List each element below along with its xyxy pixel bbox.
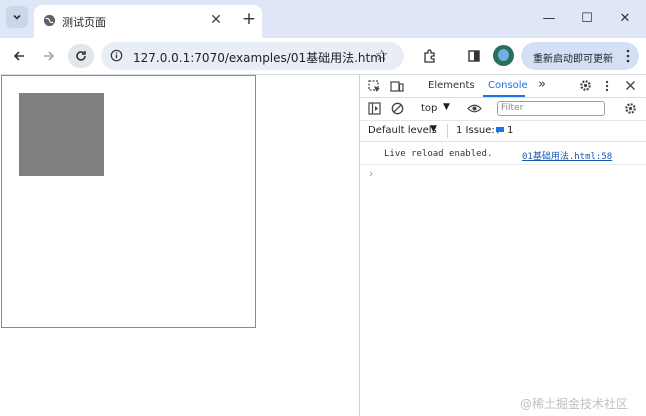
sidebar-toggle-icon[interactable] (368, 102, 381, 115)
back-button[interactable] (6, 44, 32, 68)
console-toolbar: top ▼ (360, 98, 646, 121)
tab-search-button[interactable] (6, 6, 28, 28)
inspect-element-icon[interactable] (368, 80, 381, 93)
extensions-icon (423, 48, 435, 63)
tab-elements[interactable]: Elements (428, 80, 475, 91)
console-settings-icon[interactable] (624, 102, 637, 115)
browser-tab[interactable]: 测试页面 ✕ (34, 5, 262, 38)
context-selector[interactable]: top (421, 103, 437, 114)
issues-count[interactable]: 1 (507, 125, 513, 136)
log-message: Live reload enabled. (384, 149, 493, 159)
more-tabs-icon[interactable]: » (538, 77, 546, 92)
extensions-button[interactable] (416, 44, 442, 68)
watermark: @稀土掘金技术社区 (520, 397, 629, 411)
restart-to-update-button[interactable]: 重新启动即可更新 (521, 42, 639, 70)
reload-icon (76, 51, 86, 61)
restart-label: 重新启动即可更新 (533, 54, 613, 65)
url-text: 127.0.0.1:7070/examples/01基础用法.html (133, 51, 386, 65)
settings-gear-icon[interactable] (579, 79, 592, 92)
devtools-menu-icon[interactable] (605, 80, 609, 92)
console-toolbar-secondary: Default levels ▼ 1 Issue: 1 (360, 121, 646, 142)
globe-icon (43, 14, 56, 27)
site-info-icon[interactable] (110, 49, 123, 62)
maximize-button[interactable]: ☐ (574, 8, 600, 28)
divider (447, 124, 448, 138)
forward-arrow-icon (44, 51, 55, 61)
tab-console[interactable]: Console (488, 80, 528, 91)
devtools-panel: Elements Console » top ▼ Filter Default … (359, 75, 646, 416)
forward-button[interactable] (36, 44, 62, 68)
page-viewport (0, 75, 359, 416)
new-tab-button[interactable]: + (240, 9, 258, 29)
tab-title: 测试页面 (62, 16, 106, 29)
tab-close-icon[interactable]: ✕ (208, 12, 224, 28)
devtools-tab-bar: Elements Console » (360, 75, 646, 98)
device-toolbar-icon[interactable] (390, 80, 404, 93)
more-vert-icon[interactable] (625, 49, 631, 63)
side-panel-button[interactable] (461, 44, 487, 68)
console-log-row: Live reload enabled. 01基础用法.html:58 (360, 142, 646, 165)
profile-avatar-icon[interactable] (493, 45, 514, 66)
star-icon[interactable]: ☆ (375, 46, 388, 64)
chevron-down-icon[interactable]: ▼ (430, 124, 437, 134)
log-source-link[interactable]: 01基础用法.html:58 (522, 149, 612, 162)
close-window-button[interactable]: ✕ (612, 8, 638, 28)
log-levels-dropdown[interactable]: Default levels (368, 125, 437, 136)
minimize-button[interactable]: — (536, 8, 562, 28)
back-arrow-icon (13, 51, 24, 61)
console-prompt-icon[interactable]: › (369, 167, 373, 180)
reload-button[interactable] (68, 44, 94, 68)
eye-icon[interactable] (467, 103, 482, 114)
filter-box[interactable] (497, 101, 605, 116)
issue-message-icon (496, 127, 504, 134)
side-panel-icon (468, 50, 480, 62)
chevron-down-icon (13, 14, 21, 20)
demo-container (1, 75, 256, 328)
chevron-down-icon[interactable]: ▼ (443, 102, 450, 112)
filter-input[interactable] (501, 103, 601, 113)
address-bar[interactable]: 127.0.0.1:7070/examples/01基础用法.html ☆ (101, 42, 404, 70)
close-devtools-icon[interactable] (625, 80, 636, 91)
demo-square[interactable] (19, 93, 104, 176)
browser-toolbar: 127.0.0.1:7070/examples/01基础用法.html ☆ 重新… (0, 38, 646, 75)
title-bar: 测试页面 ✕ + — ☐ ✕ (0, 0, 646, 38)
active-tab-indicator (483, 95, 525, 97)
clear-console-icon[interactable] (391, 102, 404, 115)
issues-label[interactable]: 1 Issue: (456, 125, 495, 136)
